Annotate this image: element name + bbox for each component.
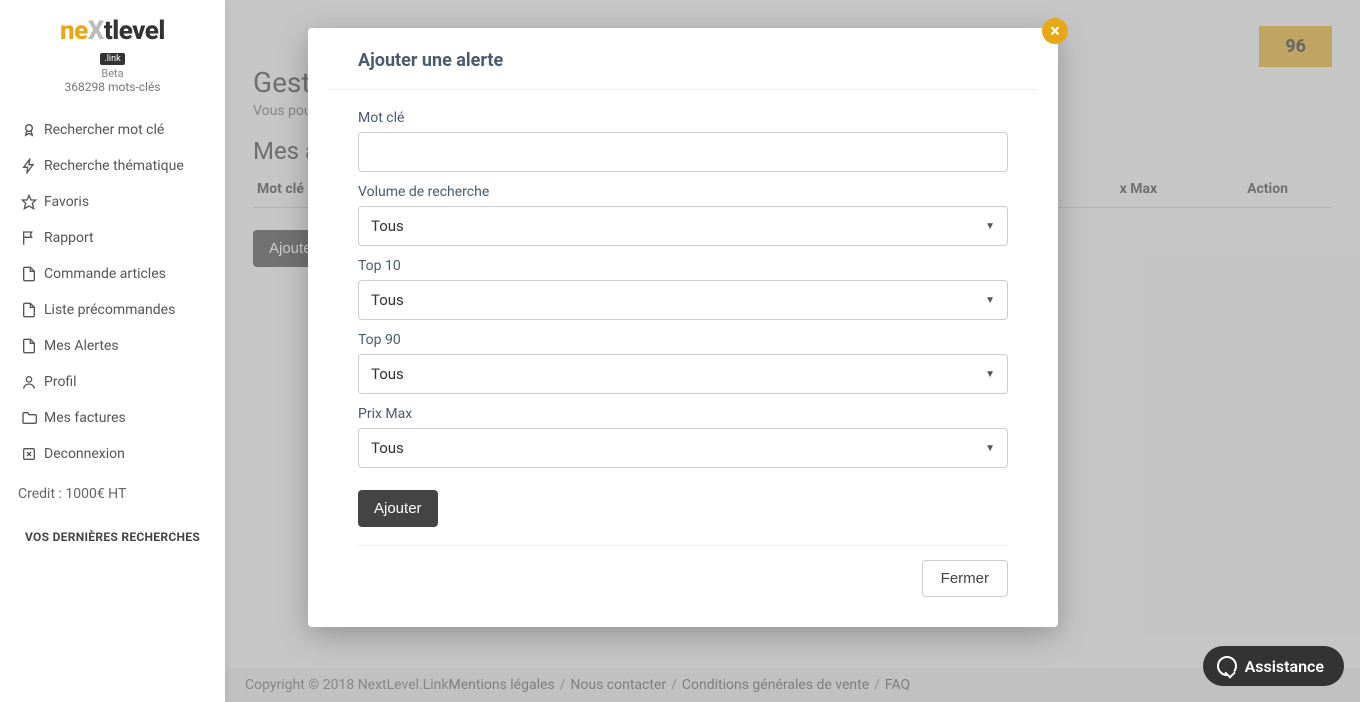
sidebar-item-label: Liste précommandes bbox=[44, 302, 175, 318]
sidebar-item-label: Mes Alertes bbox=[44, 338, 119, 354]
sidebar-item-my-alerts[interactable]: Mes Alertes bbox=[0, 328, 225, 364]
assistance-label: Assistance bbox=[1245, 657, 1324, 676]
sidebar-item-order-articles[interactable]: Commande articles bbox=[0, 256, 225, 292]
star-icon bbox=[18, 194, 40, 210]
top10-value: Tous bbox=[371, 291, 404, 309]
top90-select[interactable]: Tous ▼ bbox=[358, 354, 1008, 394]
beta-label: Beta bbox=[0, 67, 225, 80]
folder-icon bbox=[18, 410, 40, 426]
sidebar-item-report[interactable]: Rapport bbox=[0, 220, 225, 256]
sidebar-item-label: Rechercher mot clé bbox=[44, 122, 164, 138]
credit-label: Credit : 1000€ HT bbox=[0, 472, 225, 516]
chevron-down-icon: ▼ bbox=[985, 369, 995, 380]
modal-title: Ajouter une alerte bbox=[328, 28, 1038, 90]
top10-label: Top 10 bbox=[358, 258, 1008, 274]
keyword-input[interactable] bbox=[358, 132, 1008, 172]
logo[interactable]: neXtlevel .link bbox=[0, 16, 225, 65]
add-alert-modal: × Ajouter une alerte Mot clé Volume de r… bbox=[308, 28, 1058, 627]
flag-icon bbox=[18, 230, 40, 246]
close-button[interactable]: Fermer bbox=[922, 560, 1008, 597]
sidebar-item-preorders[interactable]: Liste précommandes bbox=[0, 292, 225, 328]
sidebar-item-label: Mes factures bbox=[44, 410, 126, 426]
logo-part2: tlevel bbox=[104, 16, 165, 46]
keyword-label: Mot clé bbox=[358, 110, 1008, 126]
chevron-down-icon: ▼ bbox=[985, 443, 995, 454]
sidebar-item-label: Rapport bbox=[44, 230, 94, 246]
sidebar-item-label: Favoris bbox=[44, 194, 89, 210]
sidebar: neXtlevel .link Beta 368298 mots-clés Re… bbox=[0, 0, 225, 702]
volume-value: Tous bbox=[371, 217, 404, 235]
file-icon bbox=[18, 302, 40, 318]
close-icon[interactable]: × bbox=[1042, 18, 1068, 44]
top90-value: Tous bbox=[371, 365, 404, 383]
chevron-down-icon: ▼ bbox=[985, 221, 995, 232]
sidebar-item-profile[interactable]: Profil bbox=[0, 364, 225, 400]
modal-footer: Fermer bbox=[328, 546, 1038, 597]
bolt-icon bbox=[18, 158, 40, 174]
sidebar-item-favorites[interactable]: Favoris bbox=[0, 184, 225, 220]
volume-select[interactable]: Tous ▼ bbox=[358, 206, 1008, 246]
recent-searches-title: VOS DERNIÈRES RECHERCHES bbox=[0, 516, 225, 544]
sidebar-item-label: Profil bbox=[44, 374, 77, 390]
sidebar-nav: Rechercher mot clé Recherche thématique … bbox=[0, 112, 225, 472]
prixmax-label: Prix Max bbox=[358, 406, 1008, 422]
medal-icon bbox=[18, 122, 40, 138]
top10-select[interactable]: Tous ▼ bbox=[358, 280, 1008, 320]
sidebar-item-logout[interactable]: Deconnexion bbox=[0, 436, 225, 472]
logo-sub: .link bbox=[100, 53, 124, 65]
keyword-count: 368298 mots-clés bbox=[0, 80, 225, 94]
file-icon bbox=[18, 338, 40, 354]
sidebar-item-thematic-search[interactable]: Recherche thématique bbox=[0, 148, 225, 184]
logout-icon bbox=[18, 446, 40, 462]
volume-label: Volume de recherche bbox=[358, 184, 1008, 200]
prixmax-select[interactable]: Tous ▼ bbox=[358, 428, 1008, 468]
sidebar-item-label: Recherche thématique bbox=[44, 158, 184, 174]
chat-bubble-icon bbox=[1217, 656, 1237, 676]
user-icon bbox=[18, 374, 40, 390]
top90-label: Top 90 bbox=[358, 332, 1008, 348]
modal-form: Mot clé Volume de recherche Tous ▼ Top 1… bbox=[328, 90, 1038, 546]
sidebar-item-invoices[interactable]: Mes factures bbox=[0, 400, 225, 436]
prixmax-value: Tous bbox=[371, 439, 404, 457]
assistance-button[interactable]: Assistance bbox=[1203, 646, 1344, 686]
sidebar-item-search-keyword[interactable]: Rechercher mot clé bbox=[0, 112, 225, 148]
sidebar-item-label: Commande articles bbox=[44, 266, 166, 282]
sidebar-item-label: Deconnexion bbox=[44, 446, 125, 462]
chevron-down-icon: ▼ bbox=[985, 295, 995, 306]
logo-part1: ne bbox=[60, 16, 88, 46]
file-icon bbox=[18, 266, 40, 282]
submit-button[interactable]: Ajouter bbox=[358, 490, 438, 527]
logo-x: X bbox=[88, 16, 104, 46]
